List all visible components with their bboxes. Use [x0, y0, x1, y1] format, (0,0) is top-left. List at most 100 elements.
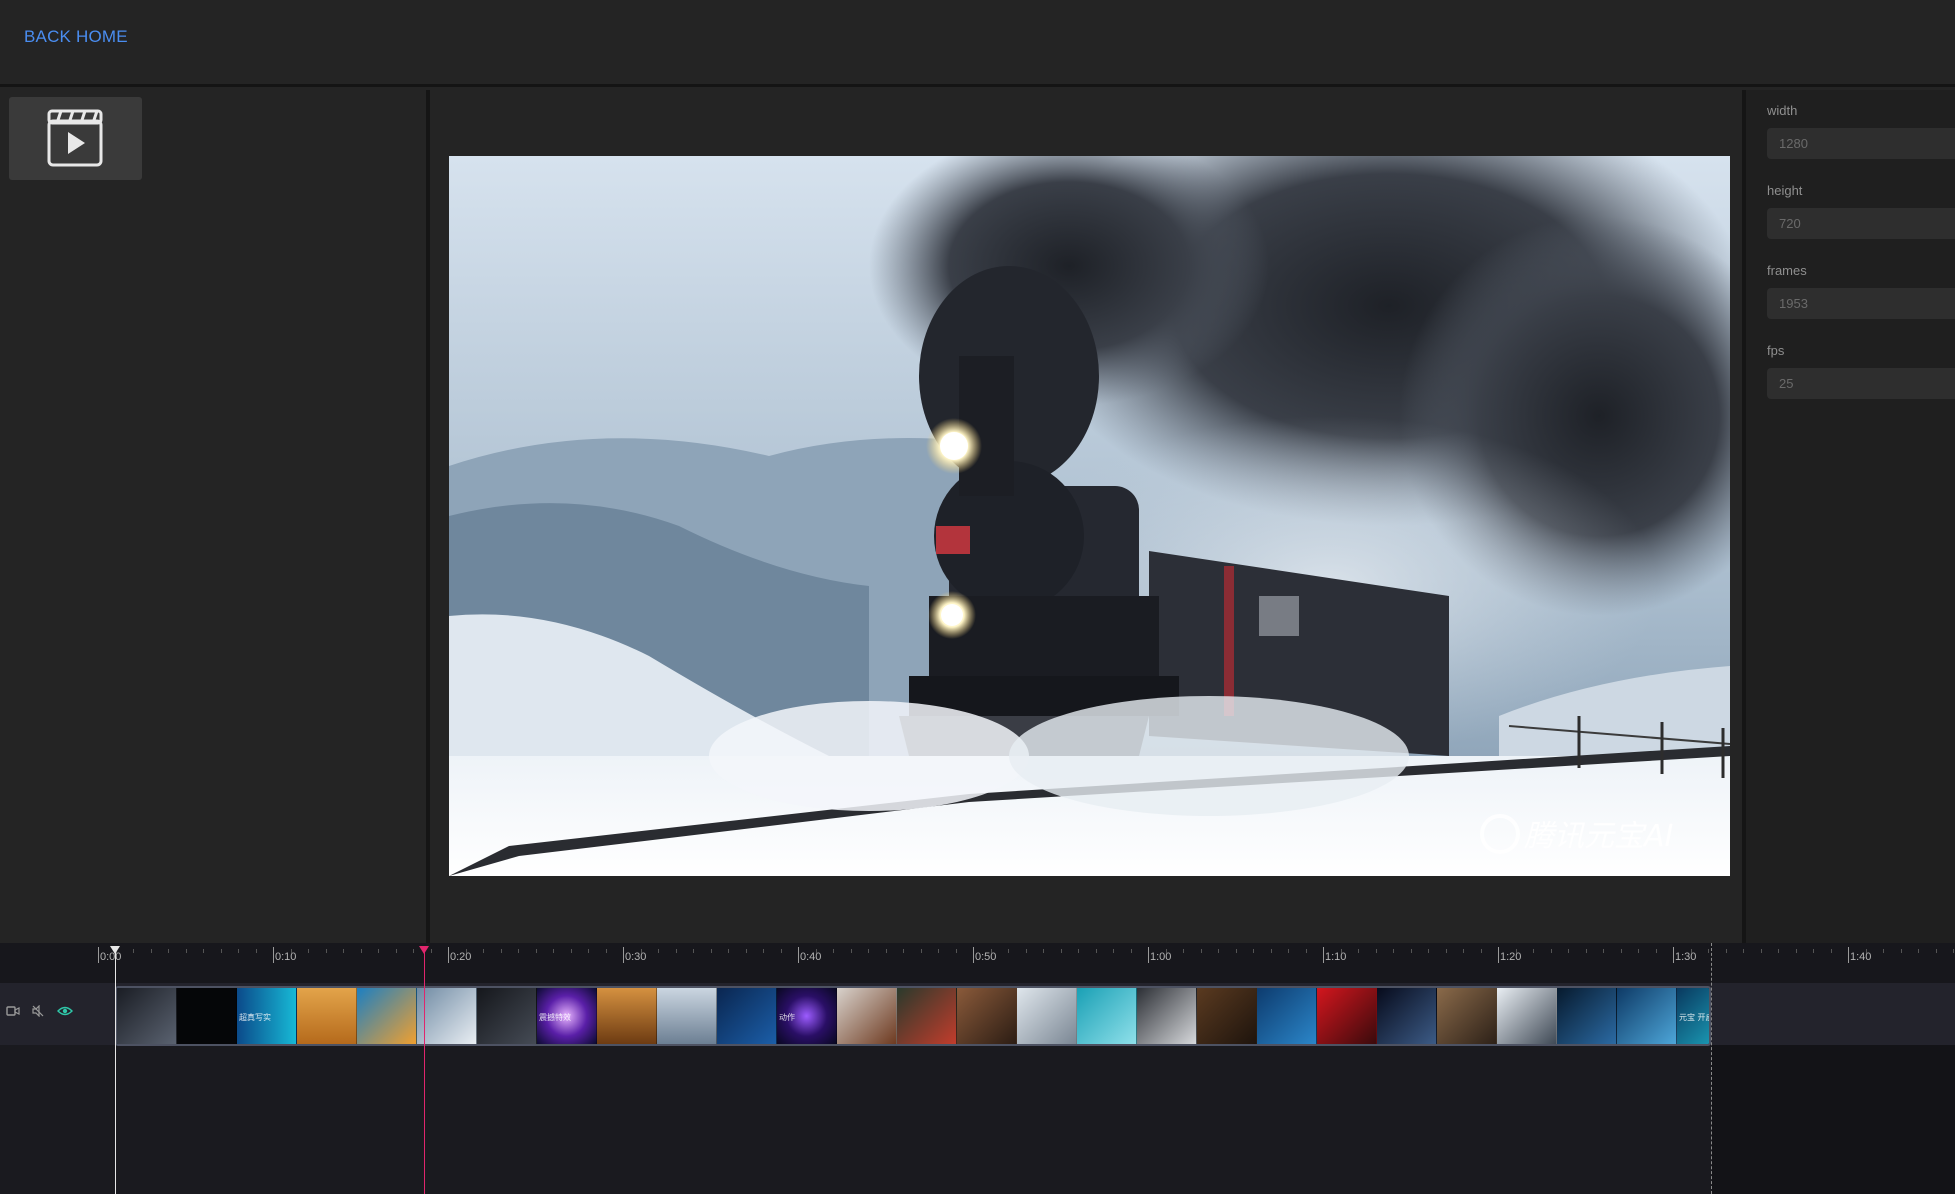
ruler-minor-tick	[745, 949, 747, 953]
ruler-minor-tick	[763, 949, 764, 953]
preview-area: 腾讯元宝AI	[434, 90, 1742, 943]
ruler-minor-tick	[168, 949, 169, 953]
ruler-minor-tick	[1218, 949, 1219, 953]
clip-thumbnail	[417, 988, 477, 1044]
ruler-tick	[1148, 947, 1149, 963]
ruler-tick-label: 1:10	[1325, 951, 1347, 963]
ruler-tick	[973, 947, 974, 963]
ruler-tick	[98, 947, 99, 963]
ruler-minor-tick	[938, 949, 939, 953]
ruler-minor-tick	[1078, 949, 1079, 953]
ruler-minor-tick	[1253, 949, 1254, 953]
ruler-minor-tick	[290, 949, 292, 953]
ruler-minor-tick	[885, 949, 887, 953]
ruler-minor-tick	[1235, 949, 1237, 953]
ruler-minor-tick	[1760, 949, 1762, 953]
playhead-marker-icon[interactable]	[419, 946, 429, 954]
ruler-minor-tick	[1918, 949, 1919, 953]
time-ruler[interactable]: 0:00 0:10 0:20 0:30 0:40 0:50 1:00 1:10 1:20 1:30…	[0, 943, 1955, 983]
clip-thumbnail	[1017, 988, 1077, 1044]
thumbnail-caption: 超真写实	[239, 1013, 271, 1022]
ruler-minor-tick	[1410, 949, 1412, 953]
clip-thumbnail	[1617, 988, 1677, 1044]
frames-input[interactable]	[1767, 288, 1955, 319]
ruler-minor-tick	[483, 949, 484, 953]
video-track-icon[interactable]	[6, 1005, 20, 1017]
ruler-minor-tick	[1690, 949, 1692, 953]
ruler-minor-tick	[903, 949, 904, 953]
ruler-minor-tick	[430, 949, 432, 953]
ruler-minor-tick	[1183, 949, 1184, 953]
ruler-minor-tick	[1445, 949, 1447, 953]
ruler-tick-label: 0:10	[275, 951, 297, 963]
clip-thumbnail	[117, 988, 177, 1044]
ruler-minor-tick	[1795, 949, 1797, 953]
track-controls	[0, 983, 115, 1045]
ruler-minor-tick	[1550, 949, 1552, 953]
ruler-minor-tick	[1585, 949, 1587, 953]
visibility-eye-icon[interactable]	[57, 1005, 73, 1017]
ruler-minor-tick	[710, 949, 712, 953]
thumbnail-caption: 震撼特效	[539, 1013, 571, 1022]
ruler-minor-tick	[413, 949, 414, 953]
thumbnail-caption: 动作	[779, 1013, 795, 1022]
clip-thumbnail	[297, 988, 357, 1044]
clip-thumbnail	[1377, 988, 1437, 1044]
ruler-minor-tick	[1603, 949, 1604, 953]
ruler-minor-tick	[1883, 949, 1884, 953]
ruler-minor-tick	[1008, 949, 1009, 953]
cursor-marker-icon[interactable]	[110, 946, 120, 954]
ruler-tick-label: 1:00	[1150, 951, 1172, 963]
video-preview[interactable]: 腾讯元宝AI	[449, 156, 1730, 876]
ruler-minor-tick	[728, 949, 729, 953]
media-item-video[interactable]	[9, 97, 142, 180]
ruler-minor-tick	[535, 949, 537, 953]
ruler-minor-tick	[1393, 949, 1394, 953]
ruler-tick-label: 0:40	[800, 951, 822, 963]
video-editor-app: BACK HOME 腾讯元宝AI width 1280 height 720 f…	[0, 0, 1955, 1194]
clip-thumbnail	[357, 988, 417, 1044]
ruler-minor-tick	[518, 949, 519, 953]
ruler-minor-tick	[990, 949, 992, 953]
ruler-tick	[623, 947, 624, 963]
ruler-minor-tick	[1270, 949, 1272, 953]
clip-thumbnail	[597, 988, 657, 1044]
clip-thumbnail	[1557, 988, 1617, 1044]
ruler-minor-tick	[1375, 949, 1377, 953]
fps-input[interactable]	[1767, 368, 1955, 399]
height-input[interactable]	[1767, 208, 1955, 239]
ruler-tick	[1323, 947, 1324, 963]
ruler-minor-tick	[150, 949, 152, 953]
ruler-minor-tick	[255, 949, 257, 953]
ruler-tick-label: 0:20	[450, 951, 472, 963]
ruler-minor-tick	[378, 949, 379, 953]
mute-icon[interactable]	[32, 1005, 44, 1017]
ruler-tick	[1848, 947, 1849, 963]
back-home-link[interactable]: BACK HOME	[24, 27, 128, 47]
ruler-minor-tick	[1813, 949, 1814, 953]
ruler-tick-label: 0:50	[975, 951, 997, 963]
video-clip[interactable]: 超真写实 震撼特效 动作 元宝 开启无限想	[115, 986, 1711, 1046]
clip-thumbnail	[177, 988, 237, 1044]
ruler-tick	[1498, 947, 1499, 963]
ruler-minor-tick	[1200, 949, 1202, 953]
timeline[interactable]: 0:00 0:10 0:20 0:30 0:40 0:50 1:00 1:10 1:20 1:30…	[0, 943, 1955, 1194]
width-input[interactable]	[1767, 128, 1955, 159]
ruler-minor-tick	[1095, 949, 1097, 953]
ruler-tick-label: 1:40	[1850, 951, 1872, 963]
ruler-minor-tick	[1025, 949, 1027, 953]
ruler-minor-tick	[815, 949, 817, 953]
clip-thumbnail	[837, 988, 897, 1044]
ruler-minor-tick	[640, 949, 642, 953]
ruler-tick	[798, 947, 799, 963]
ruler-minor-tick	[185, 949, 187, 953]
ruler-minor-tick	[1830, 949, 1832, 953]
timeline-cursor[interactable]	[115, 949, 116, 1194]
clip-thumbnail	[1137, 988, 1197, 1044]
clip-thumbnail: 动作	[777, 988, 837, 1044]
clip-thumbnail	[1197, 988, 1257, 1044]
media-library-panel	[0, 90, 430, 943]
ruler-minor-tick	[220, 949, 222, 953]
clip-thumbnail	[1497, 988, 1557, 1044]
playhead[interactable]	[424, 949, 425, 1194]
